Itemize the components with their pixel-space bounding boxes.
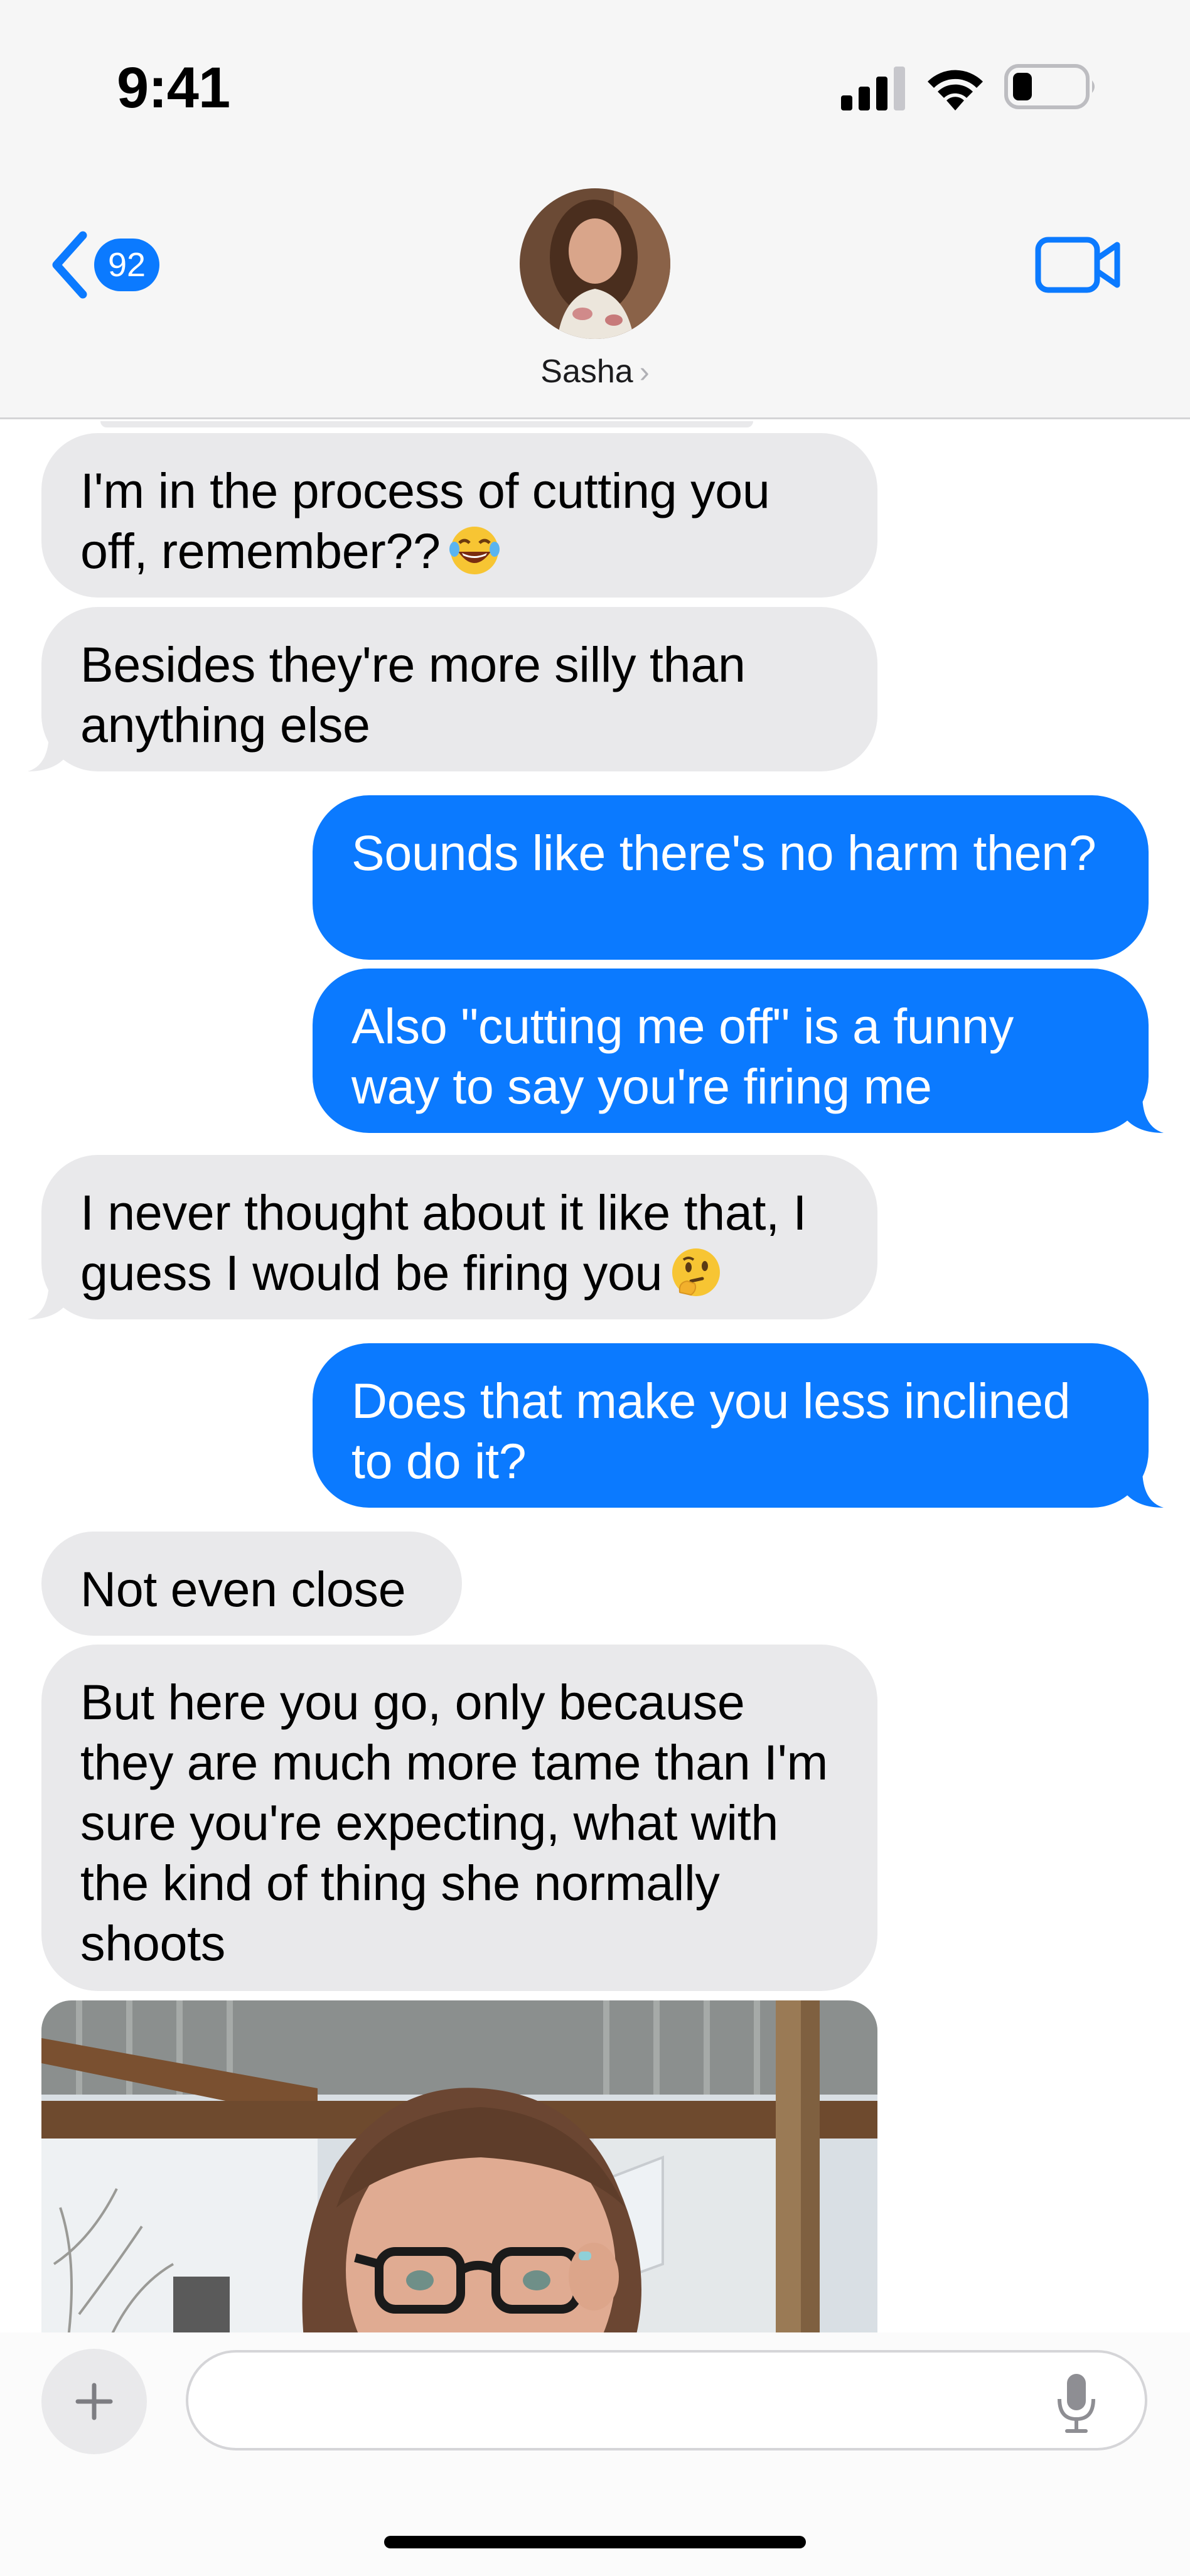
contact-name: Sasha	[540, 353, 633, 390]
bubble-tail	[1126, 1469, 1164, 1508]
microphone-icon[interactable]	[1054, 2371, 1098, 2434]
laughing-face-emoji	[449, 527, 500, 574]
incoming-message[interactable]: Not even close	[41, 1532, 462, 1636]
outgoing-message[interactable]: Also "cutting me off" is a funny way to …	[313, 969, 1149, 1133]
message-thread[interactable]: I'm in the process of cutting you off, r…	[0, 421, 1190, 2332]
outgoing-message[interactable]: Does that make you less inclined to do i…	[313, 1343, 1149, 1508]
avatar-image	[520, 188, 670, 339]
contact-name-button[interactable]: Sasha ›	[0, 353, 1190, 390]
home-indicator[interactable]	[384, 2536, 806, 2548]
incoming-message[interactable]: But here you go, only because they are m…	[41, 1645, 877, 1991]
photo-attachment[interactable]	[41, 2000, 877, 2332]
status-time: 9:41	[117, 56, 230, 120]
contact-avatar[interactable]	[520, 188, 670, 339]
chevron-left-icon	[52, 231, 87, 299]
cellular-signal-icon	[841, 67, 905, 110]
battery-icon	[1004, 64, 1095, 109]
navigation-header: 9:41 92 Sasha ›	[0, 0, 1190, 419]
add-attachment-button[interactable]	[41, 2349, 147, 2454]
photo-image	[41, 2000, 877, 2332]
message-input[interactable]	[186, 2350, 1147, 2450]
thinking-face-emoji	[672, 1248, 721, 1296]
plus-icon	[75, 2383, 113, 2420]
bubble-tail	[28, 733, 65, 771]
back-button[interactable]: 92	[48, 227, 173, 303]
incoming-message[interactable]: I never thought about it like that, I gu…	[41, 1155, 877, 1319]
unread-count-badge: 92	[94, 239, 160, 291]
chevron-right-icon: ›	[639, 356, 650, 389]
previous-bubble-edge	[100, 421, 753, 427]
bubble-tail	[28, 1280, 65, 1319]
bubble-tail	[1126, 1094, 1164, 1133]
video-call-icon[interactable]	[1034, 233, 1122, 296]
wifi-icon	[928, 70, 983, 110]
incoming-message[interactable]: I'm in the process of cutting you off, r…	[41, 433, 877, 598]
outgoing-message[interactable]: Sounds like there's no harm then?	[313, 795, 1149, 960]
incoming-message[interactable]: Besides they're more silly than anything…	[41, 607, 877, 771]
